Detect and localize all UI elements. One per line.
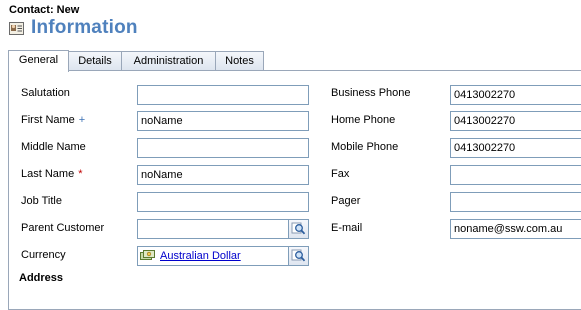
- parent-customer-field[interactable]: [137, 219, 289, 239]
- general-tab-panel: [8, 70, 581, 310]
- job-title-label: Job Title: [21, 195, 62, 207]
- tab-general[interactable]: General: [8, 50, 69, 72]
- magnifier-icon: [291, 222, 306, 235]
- email-field[interactable]: noname@ssw.com.au: [450, 219, 581, 239]
- page-title: Information: [31, 17, 138, 38]
- home-phone-label: Home Phone: [331, 114, 396, 126]
- contact-card-icon: [9, 22, 24, 35]
- currency-field[interactable]: Australian Dollar: [137, 246, 289, 266]
- fax-label: Fax: [331, 168, 350, 180]
- home-phone-field[interactable]: 0413002270: [450, 111, 581, 131]
- magnifier-icon: [291, 249, 306, 262]
- salutation-field[interactable]: [137, 85, 309, 105]
- currency-icon: [140, 250, 155, 260]
- entity-line: Contact: New: [9, 4, 80, 16]
- tab-administration[interactable]: Administration: [121, 51, 216, 70]
- fax-field[interactable]: [450, 165, 581, 185]
- middle-name-field[interactable]: [137, 138, 309, 158]
- last-name-label: Last Name *: [21, 168, 83, 180]
- mobile-phone-field[interactable]: 0413002270: [450, 138, 581, 158]
- email-label: E-mail: [331, 222, 363, 234]
- last-name-field[interactable]: noName: [137, 165, 309, 185]
- pager-label: Pager: [331, 195, 361, 207]
- currency-lookup-button[interactable]: [288, 246, 309, 266]
- address-section-title: Address: [19, 272, 64, 284]
- first-name-field[interactable]: noName: [137, 111, 309, 131]
- currency-lookup-link[interactable]: Australian Dollar: [160, 247, 241, 265]
- form-header: Contact: New Information: [0, 0, 581, 47]
- middle-name-label: Middle Name: [21, 141, 86, 153]
- pager-field[interactable]: [450, 192, 581, 212]
- required-marker: *: [78, 168, 83, 180]
- business-phone-label: Business Phone: [331, 87, 411, 99]
- recommended-marker: +: [78, 114, 86, 126]
- currency-label: Currency: [21, 249, 66, 261]
- mobile-phone-label: Mobile Phone: [331, 141, 399, 153]
- salutation-label: Salutation: [21, 87, 70, 99]
- parent-customer-label: Parent Customer: [21, 222, 105, 234]
- tab-details[interactable]: Details: [68, 51, 122, 70]
- business-phone-field[interactable]: 0413002270: [450, 85, 581, 105]
- first-name-label: First Name +: [21, 114, 86, 126]
- job-title-field[interactable]: [137, 192, 309, 212]
- parent-customer-lookup-button[interactable]: [288, 219, 309, 239]
- tab-notes[interactable]: Notes: [215, 51, 264, 70]
